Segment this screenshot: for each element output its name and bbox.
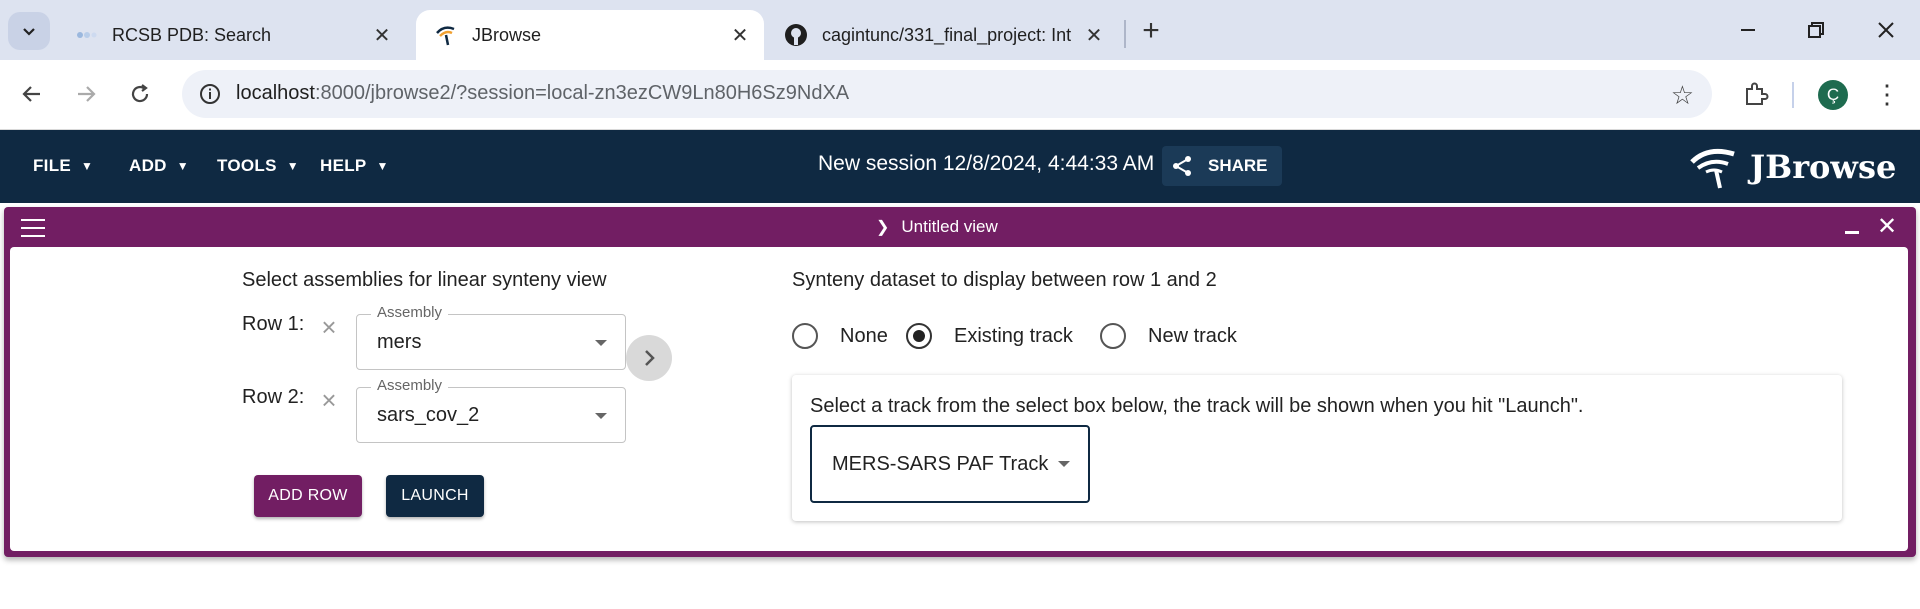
menu-help[interactable]: HELP ▼ — [320, 156, 389, 176]
browser-toolbar: localhost:8000/jbrowse2/?session=local-z… — [0, 60, 1920, 130]
view-header: ❯ Untitled view ✕ — [4, 207, 1916, 247]
browser-tab-strip: RCSB PDB: Search ✕ JBrowse ✕ cagintunc/3… — [0, 0, 1920, 60]
radio-circle — [792, 323, 818, 349]
close-view-icon[interactable]: ✕ — [1872, 211, 1902, 241]
arrow-left-icon — [22, 86, 40, 102]
close-tab-icon[interactable]: ✕ — [1082, 23, 1106, 47]
radio-circle — [1100, 323, 1126, 349]
jbrowse-logo: JBrowse — [1688, 144, 1896, 190]
jbrowse-app-bar: FILE ▼ ADD ▼ TOOLS ▼ HELP ▼ New session 12/8… — [0, 130, 1920, 203]
row-1-assembly-select[interactable]: Assembly mers — [356, 304, 626, 370]
assembly-field-label: Assembly — [371, 304, 449, 321]
tab-title: JBrowse — [472, 24, 542, 45]
github-icon — [784, 23, 808, 47]
caret-down-icon: ▼ — [81, 159, 94, 173]
logo-text: JBrowse — [1750, 148, 1897, 186]
back-button[interactable] — [14, 76, 50, 112]
view-menu-icon[interactable] — [18, 215, 48, 241]
dropdown-arrow-icon — [1058, 461, 1070, 467]
address-bar[interactable]: localhost:8000/jbrowse2/?session=local-z… — [182, 70, 1712, 118]
view-title[interactable]: ❯ Untitled view — [876, 217, 998, 237]
close-tab-icon[interactable]: ✕ — [370, 23, 394, 47]
row-2-assembly-select[interactable]: Assembly sars_cov_2 — [356, 377, 626, 443]
menu-tools[interactable]: TOOLS ▼ — [217, 156, 299, 176]
swap-rows-button[interactable] — [626, 335, 672, 381]
restore-window-button[interactable] — [1786, 10, 1846, 50]
arrow-right-icon — [78, 86, 96, 102]
forward-button[interactable] — [68, 76, 104, 112]
tab-rcsb-pdb[interactable]: RCSB PDB: Search ✕ — [56, 10, 406, 60]
assembly-field-label: Assembly — [371, 377, 449, 394]
jbrowse-logo-icon — [1690, 148, 1735, 189]
menu-label: ADD — [129, 156, 167, 175]
menu-add[interactable]: ADD ▼ — [129, 156, 189, 176]
track-select-value: MERS-SARS PAF Track — [832, 453, 1049, 475]
minimize-window-button[interactable] — [1718, 10, 1778, 50]
radio-new-track[interactable]: New track — [1100, 323, 1237, 349]
close-window-button[interactable] — [1856, 10, 1916, 50]
tab-separator — [1124, 20, 1126, 48]
chevron-right-icon: ❯ — [876, 219, 890, 236]
launch-button[interactable]: LAUNCH — [386, 475, 484, 517]
view-body: Select assemblies for linear synteny vie… — [10, 247, 1908, 551]
view-title-text: Untitled view — [901, 217, 998, 236]
site-info-icon[interactable] — [194, 78, 226, 110]
tab-search-button[interactable] — [8, 12, 50, 50]
menu-label: HELP — [320, 156, 367, 175]
tab-title: cagintunc/331_final_project: Int — [822, 24, 1072, 45]
chevron-right-icon — [645, 350, 655, 366]
remove-row-2-icon[interactable]: × — [316, 385, 342, 415]
browser-menu-icon[interactable]: ⋮ — [1872, 76, 1902, 112]
remove-row-1-icon[interactable]: × — [316, 312, 342, 342]
dropdown-arrow-icon — [595, 340, 607, 346]
linear-synteny-view: ❯ Untitled view ✕ Select assemblies for … — [4, 207, 1916, 557]
tab-jbrowse[interactable]: JBrowse ✕ — [416, 10, 764, 60]
menu-file[interactable]: FILE ▼ — [33, 156, 93, 176]
extensions-puzzle-icon[interactable] — [1738, 76, 1774, 112]
url-host: localhost — [236, 82, 315, 104]
menu-label: FILE — [33, 156, 72, 175]
share-icon — [1173, 156, 1191, 176]
new-tab-button[interactable]: + — [1134, 14, 1168, 48]
radio-label: Existing track — [954, 324, 1073, 347]
tab-title: RCSB PDB: Search — [112, 24, 272, 45]
share-button[interactable]: SHARE — [1162, 146, 1282, 186]
bookmark-star-icon[interactable]: ☆ — [1671, 80, 1694, 111]
track-select-card: Select a track from the select box below… — [792, 375, 1842, 521]
reload-button[interactable] — [122, 76, 158, 112]
minimize-view-icon[interactable] — [1840, 213, 1866, 239]
session-title[interactable]: New session 12/8/2024, 4:44:33 AM — [818, 152, 1154, 176]
reload-icon — [131, 84, 149, 103]
close-tab-icon[interactable]: ✕ — [728, 23, 752, 47]
track-hint-text: Select a track from the select box below… — [810, 395, 1584, 417]
dropdown-arrow-icon — [595, 413, 607, 419]
caret-down-icon: ▼ — [286, 159, 299, 173]
caret-down-icon: ▼ — [376, 159, 389, 173]
add-row-button[interactable]: ADD ROW — [254, 475, 362, 517]
assembly-value: sars_cov_2 — [377, 404, 480, 426]
jbrowse-favicon-icon — [434, 23, 458, 47]
toolbar-separator — [1792, 82, 1794, 108]
track-select[interactable]: MERS-SARS PAF Track — [810, 425, 1090, 503]
tab-github[interactable]: cagintunc/331_final_project: Int ✕ — [766, 10, 1118, 60]
radio-existing-track[interactable]: Existing track — [906, 323, 1073, 349]
share-label: SHARE — [1208, 156, 1268, 175]
row-2-label: Row 2: — [242, 386, 305, 408]
radio-label: New track — [1148, 324, 1237, 347]
radio-circle-checked — [906, 323, 932, 349]
url-text: localhost:8000/jbrowse2/?session=local-z… — [236, 82, 849, 105]
rcsb-favicon-icon — [74, 23, 98, 47]
synteny-heading: Synteny dataset to display between row 1… — [792, 269, 1217, 291]
assemblies-heading: Select assemblies for linear synteny vie… — [242, 269, 607, 291]
url-path: :8000/jbrowse2/?session=local-zn3ezCW9Ln… — [314, 82, 850, 104]
row-1-label: Row 1: — [242, 313, 305, 335]
caret-down-icon: ▼ — [176, 159, 189, 173]
radio-label: None — [840, 324, 888, 347]
menu-label: TOOLS — [217, 156, 277, 175]
chevron-down-icon — [23, 28, 35, 36]
radio-none[interactable]: None — [792, 323, 888, 349]
profile-avatar[interactable]: Ç — [1818, 80, 1848, 110]
assembly-value: mers — [377, 331, 422, 353]
